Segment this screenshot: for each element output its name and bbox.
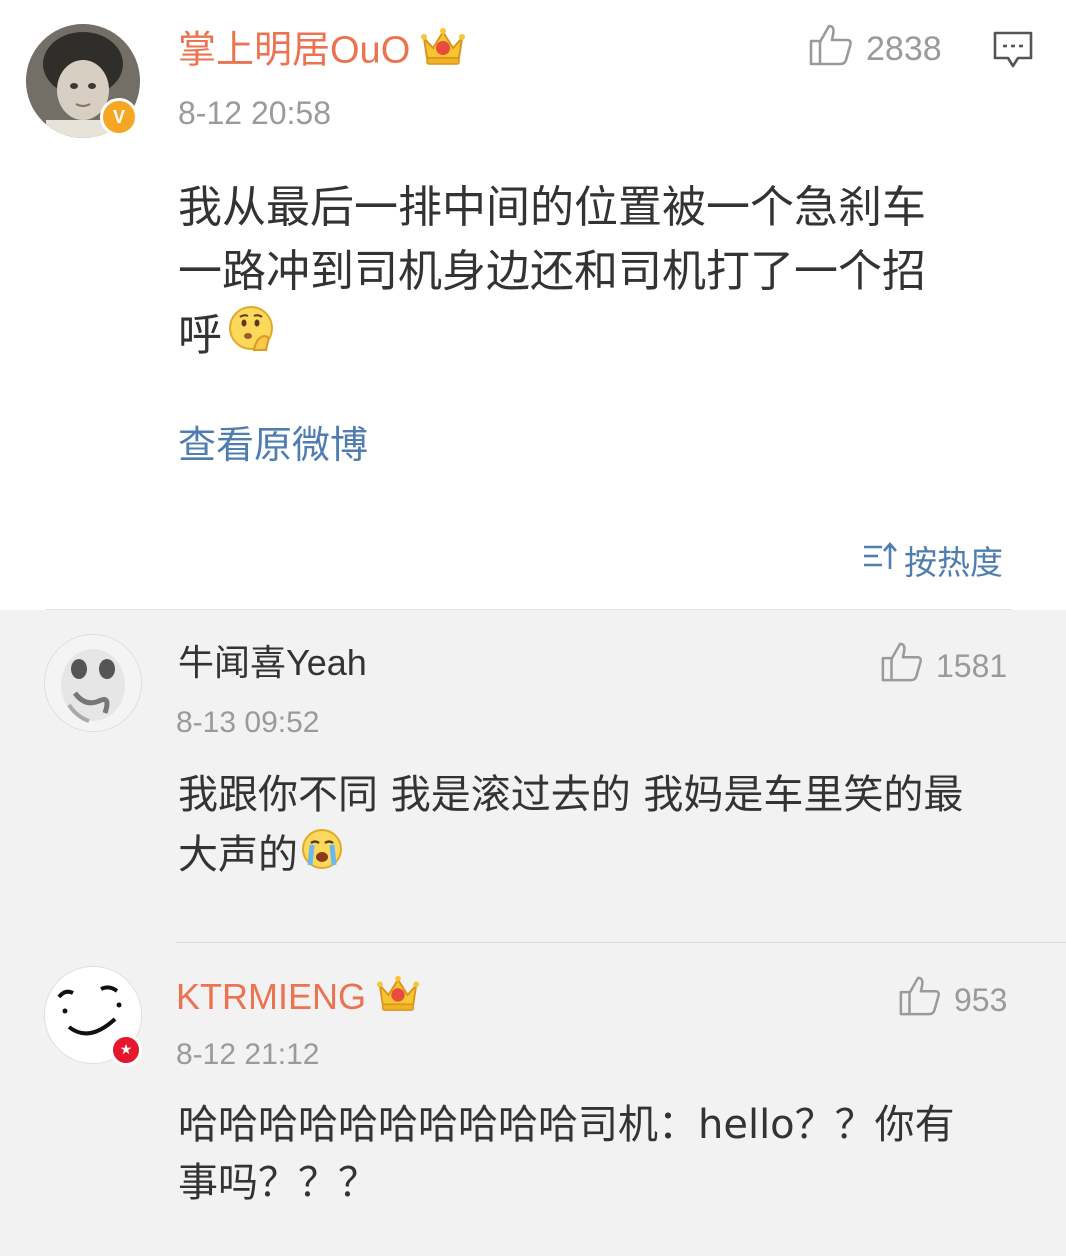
comment-text-line: 哈哈哈哈哈哈哈哈哈哈司机：hello？？你有 (178, 1102, 955, 1148)
comment-icon[interactable] (992, 30, 1034, 74)
comment-text-line: 呼 (178, 304, 926, 372)
view-original-link[interactable]: 查看原微博 (178, 414, 368, 469)
section-divider (46, 609, 1012, 610)
sort-label: 按热度 (904, 543, 1003, 582)
thinking-face-icon (226, 304, 276, 372)
comment-text-line: 一路冲到司机身边还和司机打了一个招 (178, 246, 926, 297)
crown-icon (420, 24, 466, 81)
sort-icon (862, 539, 898, 581)
like-count: 1581 (936, 647, 1008, 684)
crown-icon (376, 972, 420, 1027)
timestamp: 8-12 20:58 (178, 95, 332, 131)
comment-text: 我跟你不同 我是滚过去的 我妈是车里笑的最 大声的 (178, 765, 963, 888)
like-button[interactable]: 2838 (808, 24, 942, 74)
verified-badge: V (100, 98, 138, 136)
timestamp: 8-13 09:52 (176, 706, 320, 739)
avatar-photo (44, 634, 142, 732)
comment-text: 哈哈哈哈哈哈哈哈哈哈司机：hello？？你有 事吗？？？ (178, 1096, 955, 1212)
avatar[interactable] (44, 634, 142, 732)
like-button[interactable]: 953 (898, 976, 1007, 1024)
crying-face-icon (300, 827, 344, 888)
sort-button[interactable]: 按热度 (862, 536, 1003, 584)
reply-divider (176, 942, 1066, 943)
comment-text-line: 我跟你不同 我是滚过去的 我妈是车里笑的最 (178, 772, 964, 818)
thumbs-up-icon (880, 640, 924, 692)
comment-text-line: 大声的 (178, 825, 963, 888)
username[interactable]: 牛闻喜Yeah (178, 640, 367, 686)
username[interactable]: 掌上明居OuO (178, 24, 466, 81)
comment-text-line: 我从最后一排中间的位置被一个急刹车 (178, 182, 926, 233)
thumbs-up-icon (808, 22, 854, 77)
avatar[interactable]: ★ (44, 966, 142, 1066)
verified-badge: ★ (110, 1034, 142, 1066)
like-count: 2838 (866, 29, 942, 68)
comment-text: 我从最后一排中间的位置被一个急刹车 一路冲到司机身边还和司机打了一个招 呼 (178, 176, 926, 372)
timestamp: 8-12 21:12 (176, 1038, 320, 1071)
avatar[interactable]: V (26, 24, 140, 138)
username[interactable]: KTRMIENG (176, 972, 420, 1027)
thumbs-up-icon (898, 974, 942, 1026)
like-count: 953 (954, 981, 1008, 1018)
comment-text-line: 事吗？？？ (178, 1160, 378, 1206)
like-button[interactable]: 1581 (880, 642, 1007, 690)
